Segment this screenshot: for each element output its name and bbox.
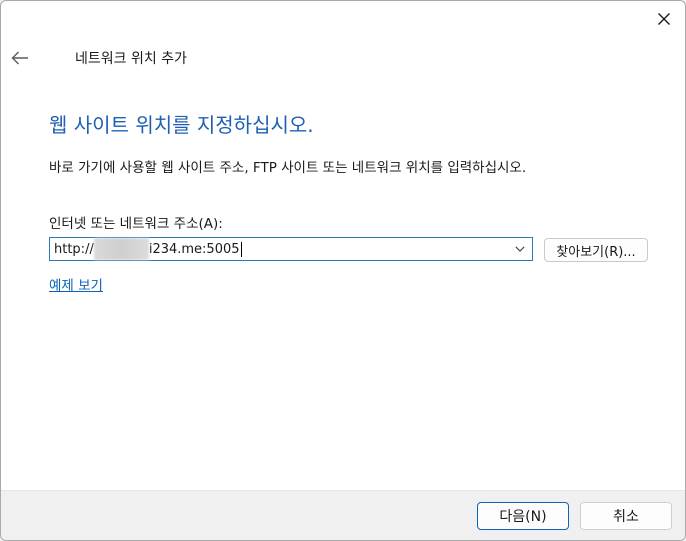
next-button[interactable]: 다음(N) — [477, 502, 569, 530]
address-input[interactable]: http:// i234.me:5005 — [49, 237, 533, 261]
address-value-prefix: http:// — [54, 241, 94, 257]
page-heading: 웹 사이트 위치를 지정하십시오. — [49, 113, 314, 137]
address-value-suffix: i234.me:5005 — [148, 241, 240, 257]
browse-button[interactable]: 찾아보기(R)... — [544, 238, 648, 262]
chevron-down-icon — [515, 246, 525, 252]
window-title: 네트워크 위치 추가 — [75, 51, 187, 67]
instruction-text: 바로 가기에 사용할 웹 사이트 주소, FTP 사이트 또는 네트워크 위치를… — [49, 160, 527, 176]
dialog-footer: 다음(N) 취소 — [1, 490, 685, 540]
redacted-region — [93, 238, 149, 260]
address-label: 인터넷 또는 네트워크 주소(A): — [49, 216, 223, 232]
cancel-button[interactable]: 취소 — [580, 502, 672, 530]
back-button[interactable] — [7, 45, 33, 71]
text-caret — [240, 241, 242, 257]
view-examples-link[interactable]: 예제 보기 — [49, 274, 103, 294]
address-dropdown-button[interactable] — [510, 239, 530, 259]
address-value[interactable]: http:// i234.me:5005 — [50, 238, 242, 260]
add-network-location-dialog: 네트워크 위치 추가 웹 사이트 위치를 지정하십시오. 바로 가기에 사용할 … — [0, 0, 686, 541]
close-icon — [658, 13, 670, 25]
back-arrow-icon — [11, 51, 28, 65]
close-button[interactable] — [645, 3, 683, 35]
